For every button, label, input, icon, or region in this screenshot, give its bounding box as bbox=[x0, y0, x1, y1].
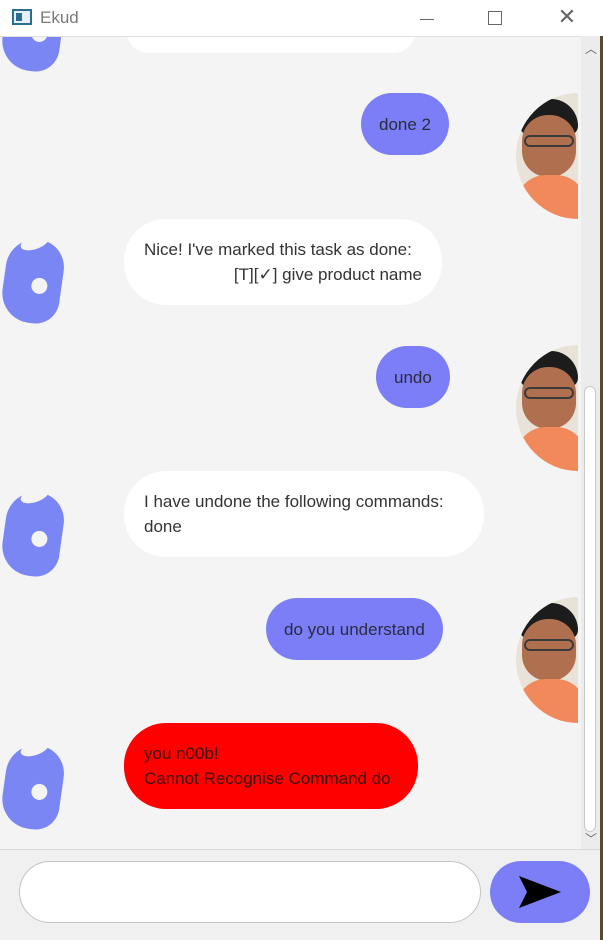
bot-message-bubble: I have undone the following commands: do… bbox=[124, 471, 484, 557]
bot-message-bubble-partial bbox=[126, 37, 416, 53]
close-icon: ✕ bbox=[557, 5, 577, 30]
message-input-bar bbox=[0, 849, 600, 940]
bot-error-line: you n00b! bbox=[144, 744, 219, 763]
user-message-bubble: done 2 bbox=[361, 93, 449, 155]
bot-message-line: done bbox=[144, 517, 182, 536]
user-avatar bbox=[516, 93, 578, 219]
maximize-button[interactable] bbox=[472, 0, 518, 36]
bot-error-message-bubble: you n00b! Cannot Recognise Command do bbox=[124, 723, 418, 809]
bot-message-bubble: Nice! I've marked this task as done: [T]… bbox=[124, 219, 442, 305]
message-input[interactable] bbox=[19, 861, 481, 923]
bot-message-line: Nice! I've marked this task as done: bbox=[144, 240, 412, 259]
chat-scrollbar[interactable]: ︿ ﹀ bbox=[581, 36, 600, 849]
app-icon bbox=[12, 9, 32, 25]
bot-avatar-icon bbox=[0, 37, 68, 75]
scroll-down-icon[interactable]: ﹀ bbox=[585, 830, 597, 847]
bot-message-line: I have undone the following commands: bbox=[144, 492, 444, 511]
bot-message-line: [T][✓] give product name bbox=[233, 265, 422, 284]
minimize-icon bbox=[420, 18, 434, 20]
close-button[interactable]: ✕ bbox=[544, 0, 590, 36]
minimize-button[interactable] bbox=[404, 0, 450, 36]
user-message-text: done 2 bbox=[379, 114, 431, 134]
bot-error-line: Cannot Recognise Command do bbox=[144, 769, 391, 788]
maximize-icon bbox=[488, 11, 502, 25]
user-message-text: undo bbox=[394, 367, 432, 387]
send-button[interactable] bbox=[490, 861, 590, 923]
send-arrow-icon bbox=[519, 876, 561, 908]
chat-dialog-area: done 2 Nice! I've marked this task as do… bbox=[0, 36, 581, 849]
user-message-bubble: do you understand bbox=[266, 598, 443, 660]
scrollbar-thumb[interactable] bbox=[584, 386, 596, 832]
window-title: Ekud bbox=[40, 8, 79, 27]
scroll-up-icon[interactable]: ︿ bbox=[585, 40, 597, 57]
user-avatar bbox=[516, 345, 578, 471]
bot-avatar-icon bbox=[0, 483, 68, 580]
user-avatar bbox=[516, 597, 578, 723]
user-message-text: do you understand bbox=[284, 619, 425, 639]
user-message-bubble: undo bbox=[376, 346, 450, 408]
bot-avatar-icon bbox=[0, 230, 68, 327]
title-bar: Ekud ✕ bbox=[0, 0, 603, 36]
bot-avatar-icon bbox=[0, 736, 68, 833]
